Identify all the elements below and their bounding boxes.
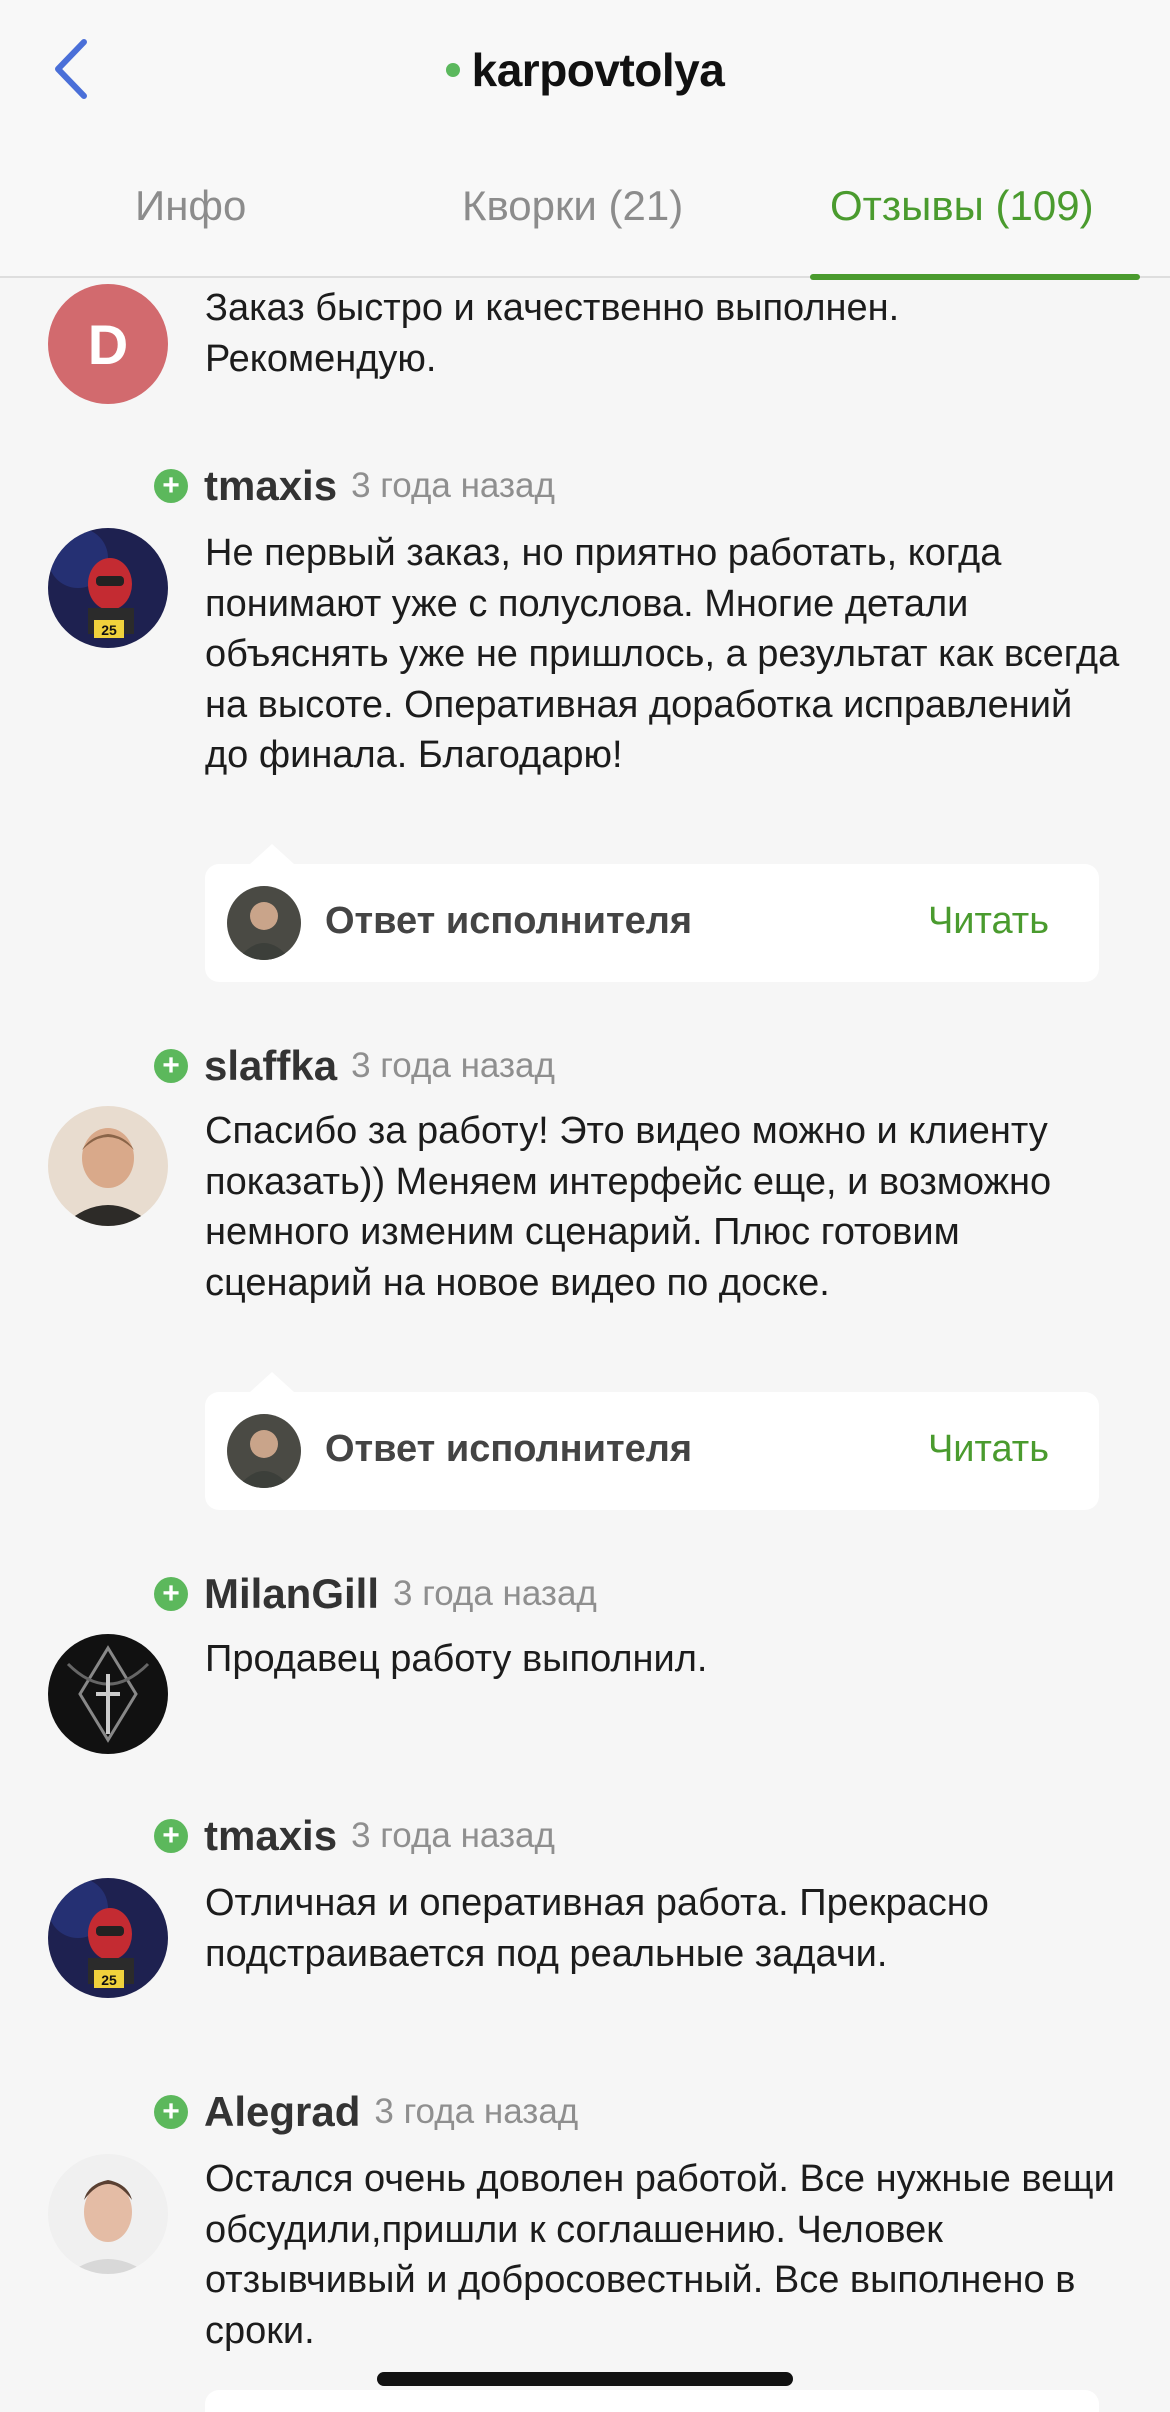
tab-bar: Инфо Кворки (21) Отзывы (109)	[0, 160, 1170, 280]
page-title: karpovtolya	[471, 44, 725, 96]
seller-reply-box[interactable]: Ответ исполнителя Читать	[205, 844, 1099, 982]
avatar[interactable]	[48, 1634, 168, 1754]
positive-review-icon: +	[154, 1819, 188, 1853]
seller-reply-box[interactable]	[205, 2390, 1099, 2412]
review-username[interactable]: Alegrad	[204, 2088, 360, 2136]
review-username[interactable]: slaffka	[204, 1042, 337, 1090]
reply-notch	[250, 1372, 294, 1392]
avatar[interactable]: 25	[48, 528, 168, 648]
profile-title: karpovtolya	[0, 40, 1170, 100]
review-time: 3 года назад	[351, 466, 555, 505]
seller-reply-label: Ответ исполнителя	[325, 900, 693, 942]
review-username[interactable]: MilanGill	[204, 1570, 379, 1618]
review-header: + MilanGill 3 года назад	[154, 1570, 597, 1618]
avatar[interactable]: D	[48, 284, 168, 404]
review-text: Продавец работу выполнил.	[205, 1638, 708, 1680]
svg-text:25: 25	[101, 622, 117, 638]
seller-reply-label: Ответ исполнителя	[325, 1428, 693, 1470]
read-reply-link[interactable]: Читать	[928, 1428, 1049, 1471]
review-time: 3 года назад	[351, 1816, 555, 1855]
reply-notch	[250, 844, 294, 864]
positive-review-icon: +	[154, 469, 188, 503]
racer-avatar-icon: 25	[48, 1878, 168, 1998]
review-header: + slaffka 3 года назад	[154, 1042, 555, 1090]
tab-info[interactable]: Инфо	[135, 182, 246, 230]
seller-avatar	[227, 1414, 301, 1488]
positive-review-icon: +	[154, 1049, 188, 1083]
avatar[interactable]	[48, 1106, 168, 1226]
review-text: Спасибо за работу! Это видео можно и кли…	[205, 1110, 1052, 1304]
review-time: 3 года назад	[393, 1574, 597, 1613]
review-time: 3 года назад	[374, 2092, 579, 2131]
review-header: + Alegrad 3 года назад	[154, 2088, 578, 2136]
avatar[interactable]	[48, 2154, 168, 2274]
active-tab-indicator	[810, 274, 1140, 280]
review-header: + tmaxis 3 года назад	[154, 462, 555, 510]
online-status-dot	[445, 63, 460, 77]
review-username[interactable]: tmaxis	[204, 1812, 337, 1860]
review-header: + tmaxis 3 года назад	[154, 1812, 555, 1860]
seller-avatar	[227, 886, 301, 960]
avatar[interactable]: 25	[48, 1878, 168, 1998]
review-text: Не первый заказ, но приятно работать, ко…	[205, 532, 1120, 776]
review-text: Отличная и оперативная работа. Прекрасно…	[205, 1882, 989, 1975]
home-indicator[interactable]	[377, 2372, 793, 2386]
seller-reply-box[interactable]: Ответ исполнителя Читать	[205, 1372, 1099, 1510]
review-text: Остался очень доволен работой. Все нужны…	[205, 2158, 1115, 2352]
top-bar: karpovtolya Инфо Кворки (21) Отзывы (109…	[0, 0, 1170, 280]
tab-kworks[interactable]: Кворки (21)	[462, 182, 683, 230]
tab-reviews[interactable]: Отзывы (109)	[830, 182, 1094, 230]
positive-review-icon: +	[154, 1577, 188, 1611]
read-reply-link[interactable]: Читать	[928, 900, 1049, 943]
svg-text:25: 25	[101, 1972, 117, 1988]
review-time: 3 года назад	[351, 1046, 555, 1085]
positive-review-icon: +	[154, 2095, 188, 2129]
review-text: Заказ быстро и качественно выполнен. Рек…	[205, 287, 900, 380]
review-username[interactable]: tmaxis	[204, 462, 337, 510]
racer-avatar-icon: 25	[48, 528, 168, 648]
